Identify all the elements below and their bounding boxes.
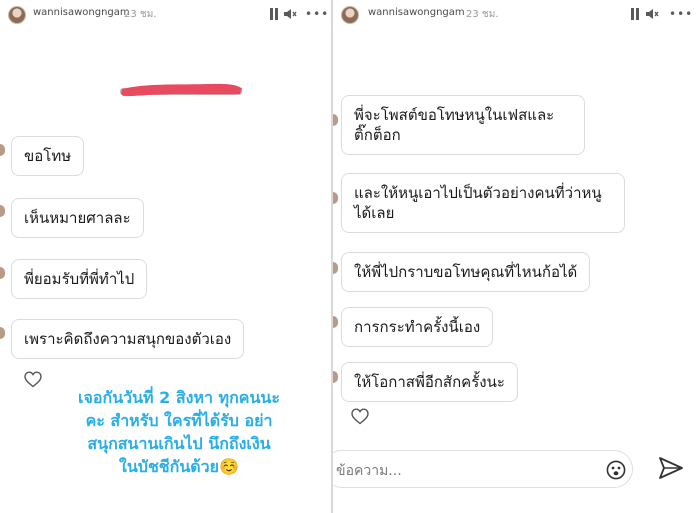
avatar[interactable] bbox=[8, 6, 26, 24]
message-bubble: การกระทำครั้งนี้เอง bbox=[341, 307, 494, 347]
more-icon[interactable]: ••• bbox=[669, 8, 693, 20]
post-time: 23 ชม. bbox=[466, 9, 499, 20]
sender-avatar bbox=[333, 114, 338, 126]
message-bubble: ขอโทษ bbox=[11, 136, 85, 176]
username[interactable]: wannisawongngam bbox=[33, 7, 130, 18]
heart-icon[interactable] bbox=[24, 371, 42, 388]
message-bubble: ให้พี่ไปกราบขอโทษคุณที่ไหนก้อได้ bbox=[341, 252, 591, 292]
speaker-muted-icon[interactable] bbox=[283, 7, 297, 21]
caption-line: คะ สำหรับ ใครที่ได้รับ อย่า bbox=[85, 411, 273, 430]
message-bubble: และให้หนูเอาไปเป็นตัวอย่างคนที่ว่าหนูได้… bbox=[341, 173, 625, 233]
message-bubble: พี่ยอมรับที่พี่ทำไป bbox=[11, 259, 148, 299]
heart-icon[interactable] bbox=[351, 408, 369, 425]
sender-avatar bbox=[0, 144, 5, 156]
message-bubble: เพราะคิดถึงความสนุกของตัวเอง bbox=[11, 319, 245, 359]
post-time: 23 ชม. bbox=[124, 9, 157, 20]
story-header: wannisawongngam 23 ชม. ••• bbox=[333, 0, 696, 30]
username[interactable]: wannisawongngam bbox=[368, 7, 465, 18]
send-icon[interactable] bbox=[657, 454, 685, 482]
sender-avatar bbox=[333, 262, 338, 274]
sender-avatar bbox=[0, 205, 5, 217]
sender-avatar bbox=[0, 327, 5, 339]
pause-icon[interactable] bbox=[269, 8, 279, 20]
redaction-mark bbox=[120, 83, 242, 97]
message-bubble: ให้โอกาสพี่อีกสักครั้งนะ bbox=[341, 362, 518, 402]
speaker-muted-icon[interactable] bbox=[645, 7, 659, 21]
pause-icon[interactable] bbox=[630, 8, 640, 20]
story-header: wannisawongngam 23 ชม. ••• bbox=[0, 0, 331, 30]
avatar[interactable] bbox=[341, 6, 359, 24]
story-panel-left: wannisawongngam 23 ชม. ••• ขอโทษ เห็นหมา… bbox=[0, 0, 331, 513]
caption-line: เจอกันวันที่ 2 สิงหา ทุกคนนะ bbox=[78, 388, 280, 407]
caption-line: ในบัชชีกันด้วย☺️ bbox=[119, 457, 239, 476]
message-compose-bar[interactable]: ข้อความ... bbox=[333, 450, 633, 488]
caption-line: สนุกสนานเกินไป นึกถึงเงิน bbox=[87, 434, 271, 453]
message-input[interactable]: ข้อความ... bbox=[336, 460, 402, 482]
message-bubble: เห็นหมายศาลละ bbox=[11, 198, 144, 238]
emoji-icon[interactable] bbox=[606, 460, 626, 480]
story-caption: เจอกันวันที่ 2 สิงหา ทุกคนนะ คะ สำหรับ ใ… bbox=[44, 386, 314, 478]
story-panel-right: wannisawongngam 23 ชม. ••• พี่จะโพสต์ขอโ… bbox=[333, 0, 696, 513]
sender-avatar bbox=[0, 267, 5, 279]
sender-avatar bbox=[333, 316, 338, 328]
sender-avatar bbox=[333, 371, 338, 383]
sender-avatar bbox=[333, 192, 338, 204]
more-icon[interactable]: ••• bbox=[305, 8, 329, 20]
message-bubble: พี่จะโพสต์ขอโทษหนูในเฟสและติ๊กต็อก bbox=[341, 95, 585, 155]
